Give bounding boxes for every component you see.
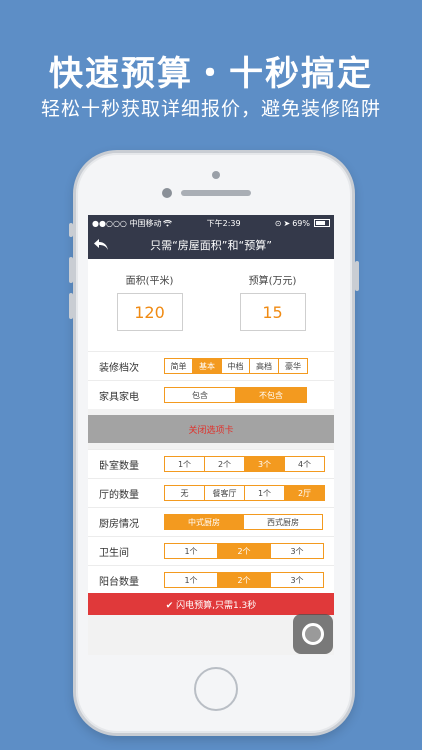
lock-rotation-icon: ⊙	[274, 218, 282, 228]
furniture-label: 家具家电	[99, 391, 139, 403]
close-tab-bar[interactable]: 关闭选项卡	[88, 415, 334, 443]
grade-option-basic[interactable]: 基本	[192, 359, 221, 373]
assistive-touch-button[interactable]	[293, 614, 333, 654]
kitchen-option-chinese[interactable]: 中式厨房	[165, 515, 243, 529]
bathroom-label: 卫生间	[99, 547, 129, 559]
area-budget-section: 面积(平米) 120 预算(万元) 15	[88, 259, 334, 351]
home-button[interactable]	[194, 667, 238, 711]
grade-selector: 简单 基本 中档 高档 豪华	[164, 358, 308, 374]
back-arrow-icon	[94, 239, 108, 250]
bedroom-option-2[interactable]: 2个	[204, 457, 244, 471]
grade-option-mid[interactable]: 中档	[221, 359, 249, 373]
budget-group: 预算(万元) 15	[211, 259, 334, 351]
location-icon: ➤	[283, 218, 291, 228]
bathroom-option-1[interactable]: 1个	[165, 544, 217, 558]
battery-percent: 69%	[292, 218, 310, 228]
bedroom-option-3[interactable]: 3个	[244, 457, 284, 471]
balcony-label: 阳台数量	[99, 576, 139, 588]
volume-up-button	[69, 257, 73, 283]
bedroom-row: 卧室数量 1个 2个 3个 4个	[88, 449, 334, 478]
furniture-selector: 包含 不包含	[164, 387, 307, 403]
front-camera	[162, 188, 172, 198]
bedroom-option-1[interactable]: 1个	[165, 457, 204, 471]
bedroom-label: 卧室数量	[99, 460, 139, 472]
page-title: 只需“房屋面积”和“预算”	[150, 239, 272, 252]
battery-icon	[313, 219, 330, 227]
wifi-icon	[163, 219, 173, 227]
assistive-touch-icon	[302, 623, 324, 645]
hall-option-none[interactable]: 无	[165, 486, 204, 500]
balcony-row: 阳台数量 1个 2个 3个	[88, 565, 334, 594]
area-input[interactable]: 120	[116, 293, 183, 331]
furniture-option-include[interactable]: 包含	[165, 388, 235, 402]
budget-input[interactable]: 15	[239, 293, 306, 331]
balcony-option-2[interactable]: 2个	[217, 573, 270, 587]
hall-selector: 无 餐客厅 1个 2厅	[164, 485, 325, 501]
bathroom-selector: 1个 2个 3个	[164, 543, 324, 559]
bathroom-row: 卫生间 1个 2个 3个	[88, 536, 334, 565]
kitchen-selector: 中式厨房 西式厨房	[164, 514, 323, 530]
bedroom-selector: 1个 2个 3个 4个	[164, 456, 325, 472]
grade-row: 装修档次 简单 基本 中档 高档 豪华	[88, 351, 334, 380]
bathroom-option-3[interactable]: 3个	[270, 544, 323, 558]
hall-row: 厅的数量 无 餐客厅 1个 2厅	[88, 478, 334, 507]
hall-label: 厅的数量	[99, 489, 139, 501]
area-group: 面积(平米) 120	[88, 259, 211, 351]
promo-headline: 快速预算・十秒搞定	[49, 54, 373, 94]
balcony-selector: 1个 2个 3个	[164, 572, 324, 588]
quick-budget-button[interactable]: ✔ 闪电预算,只需1.3秒	[88, 593, 334, 615]
bathroom-option-2[interactable]: 2个	[217, 544, 270, 558]
area-label: 面积(平米)	[125, 276, 174, 287]
budget-label: 预算(万元)	[248, 276, 297, 287]
kitchen-row: 厨房情况 中式厨房 西式厨房	[88, 507, 334, 536]
kitchen-label: 厨房情况	[99, 518, 139, 530]
grade-label: 装修档次	[99, 362, 139, 374]
balcony-option-1[interactable]: 1个	[165, 573, 217, 587]
grade-option-simple[interactable]: 简单	[165, 359, 192, 373]
status-bar: ●●○○○ 中国移动 下午2:39 ⊙ ➤ 69%	[88, 215, 334, 231]
back-button[interactable]	[88, 231, 114, 259]
grade-option-high[interactable]: 高档	[249, 359, 278, 373]
mute-switch	[69, 223, 73, 237]
hall-option-dining[interactable]: 餐客厅	[204, 486, 244, 500]
furniture-option-exclude[interactable]: 不包含	[235, 388, 306, 402]
camera-dot	[212, 171, 220, 179]
hall-option-2[interactable]: 2厅	[284, 486, 324, 500]
carrier-label: ●●○○○ 中国移动	[92, 218, 162, 228]
clock: 下午2:39	[206, 218, 241, 228]
promo-subline: 轻松十秒获取详细报价，避免装修陷阱	[40, 98, 381, 120]
kitchen-option-western[interactable]: 西式厨房	[243, 515, 322, 529]
bedroom-option-4[interactable]: 4个	[284, 457, 324, 471]
grade-option-luxury[interactable]: 豪华	[278, 359, 307, 373]
balcony-option-3[interactable]: 3个	[270, 573, 323, 587]
volume-down-button	[69, 293, 73, 319]
app-screen: ●●○○○ 中国移动 下午2:39 ⊙ ➤ 69% 只需“房屋面积”和“预算” …	[88, 215, 334, 655]
furniture-row: 家具家电 包含 不包含	[88, 380, 334, 409]
nav-bar: 只需“房屋面积”和“预算”	[88, 231, 334, 259]
earpiece-speaker	[181, 190, 251, 196]
hall-option-1[interactable]: 1个	[244, 486, 284, 500]
power-button	[355, 261, 359, 291]
